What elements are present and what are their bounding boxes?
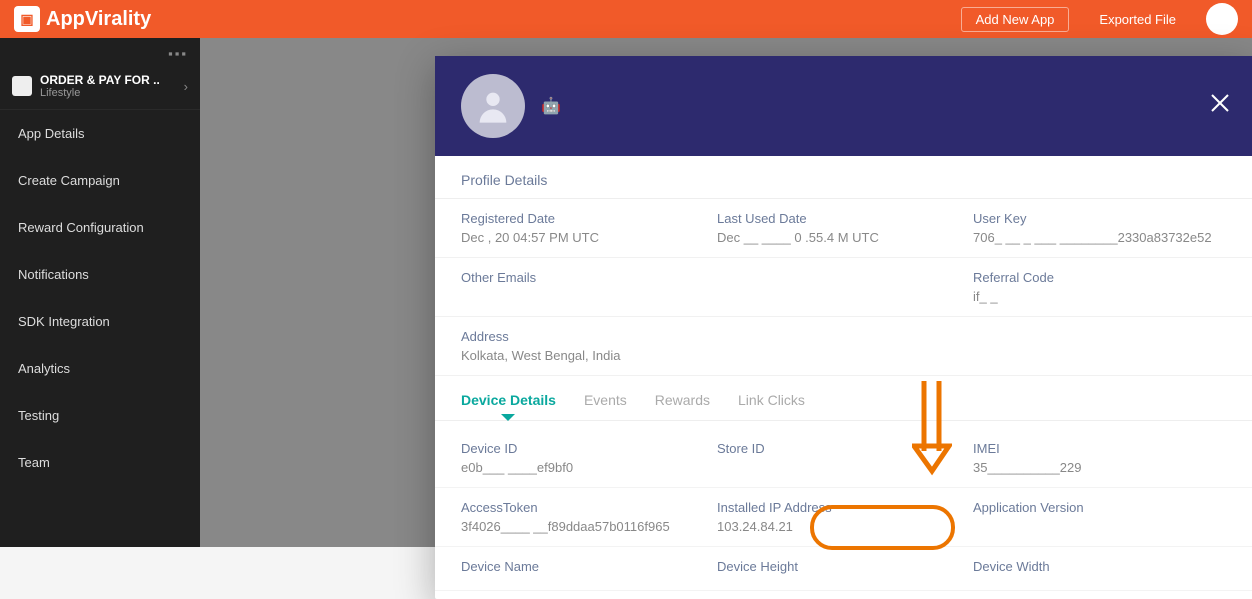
- app-thumb-icon: [12, 76, 32, 96]
- label-registered: Registered Date: [461, 211, 717, 226]
- sidebar: ▪▪▪ ORDER & PAY FOR .. Lifestyle › App D…: [0, 38, 200, 547]
- chevron-right-icon: ›: [184, 79, 188, 94]
- label-lastused: Last Used Date: [717, 211, 973, 226]
- nav-team[interactable]: Team: [0, 439, 200, 486]
- tab-link-clicks[interactable]: Link Clicks: [738, 392, 805, 420]
- label-emails: Other Emails: [461, 270, 717, 285]
- close-icon[interactable]: [1209, 92, 1231, 117]
- label-appver: Application Version: [973, 500, 1229, 515]
- val-imei: 35__________229: [973, 460, 1229, 475]
- modal-header: 🤖: [435, 56, 1252, 156]
- val-registered: Dec , 20 04:57 PM UTC: [461, 230, 717, 245]
- nav-notifications[interactable]: Notifications: [0, 251, 200, 298]
- user-avatar[interactable]: [1206, 3, 1238, 35]
- section-profile-title: Profile Details: [435, 156, 1252, 199]
- logo-icon: ▣: [14, 6, 40, 32]
- nav-testing[interactable]: Testing: [0, 392, 200, 439]
- nav-create-campaign[interactable]: Create Campaign: [0, 157, 200, 204]
- val-lastused: Dec __ ____ 0 .55.4 M UTC: [717, 230, 973, 245]
- label-devname: Device Name: [461, 559, 717, 574]
- val-address: Kolkata, West Bengal, India: [461, 348, 1229, 363]
- label-userkey: User Key: [973, 211, 1229, 226]
- android-icon: 🤖: [541, 96, 561, 116]
- add-app-button[interactable]: Add New App: [961, 7, 1070, 32]
- profile-avatar: [461, 74, 525, 138]
- device-tabs: Device Details Events Rewards Link Click…: [435, 376, 1252, 421]
- val-userkey: 706_ __ _ ___ ________2330a83732e52: [973, 230, 1229, 245]
- label-devheight: Device Height: [717, 559, 973, 574]
- tab-rewards[interactable]: Rewards: [655, 392, 710, 420]
- person-icon: [473, 86, 513, 126]
- label-storeid: Store ID: [717, 441, 973, 456]
- label-imei: IMEI: [973, 441, 1229, 456]
- label-ip: Installed IP Address: [717, 500, 973, 515]
- brand-logo[interactable]: ▣ AppVirality: [14, 6, 151, 32]
- tab-device-details[interactable]: Device Details: [461, 392, 556, 420]
- app-name: ORDER & PAY FOR ..: [40, 73, 160, 87]
- val-ip: 103.24.84.21: [717, 519, 973, 534]
- topbar: ▣ AppVirality Add New App Exported File: [0, 0, 1252, 38]
- label-deviceid: Device ID: [461, 441, 717, 456]
- val-deviceid: e0b___ ____ef9bf0: [461, 460, 717, 475]
- profile-modal: 🤖 Profile Details Registered Date Dec , 2…: [435, 56, 1252, 599]
- tab-events[interactable]: Events: [584, 392, 627, 420]
- sidebar-collapse-handle[interactable]: ▪▪▪: [0, 38, 200, 63]
- brand-text: AppVirality: [46, 8, 151, 31]
- label-referral: Referral Code: [973, 270, 1229, 285]
- val-accesstoken: 3f4026____ __f89ddaa57b0116f965: [461, 519, 717, 534]
- app-category: Lifestyle: [40, 87, 160, 99]
- nav-app-details[interactable]: App Details: [0, 110, 200, 157]
- label-accesstoken: AccessToken: [461, 500, 717, 515]
- val-referral: if_ _: [973, 289, 1229, 304]
- label-devwidth: Device Width: [973, 559, 1229, 574]
- nav-sdk[interactable]: SDK Integration: [0, 298, 200, 345]
- export-link[interactable]: Exported File: [1099, 12, 1176, 27]
- app-selector[interactable]: ORDER & PAY FOR .. Lifestyle ›: [0, 63, 200, 110]
- main: LTV Mail 0✉＋0✉＋0✉＋400✉＋130✉＋0✉＋0✉＋0✉＋0✉＋…: [200, 38, 1252, 547]
- nav-reward-config[interactable]: Reward Configuration: [0, 204, 200, 251]
- label-address: Address: [461, 329, 1229, 344]
- nav-analytics[interactable]: Analytics: [0, 345, 200, 392]
